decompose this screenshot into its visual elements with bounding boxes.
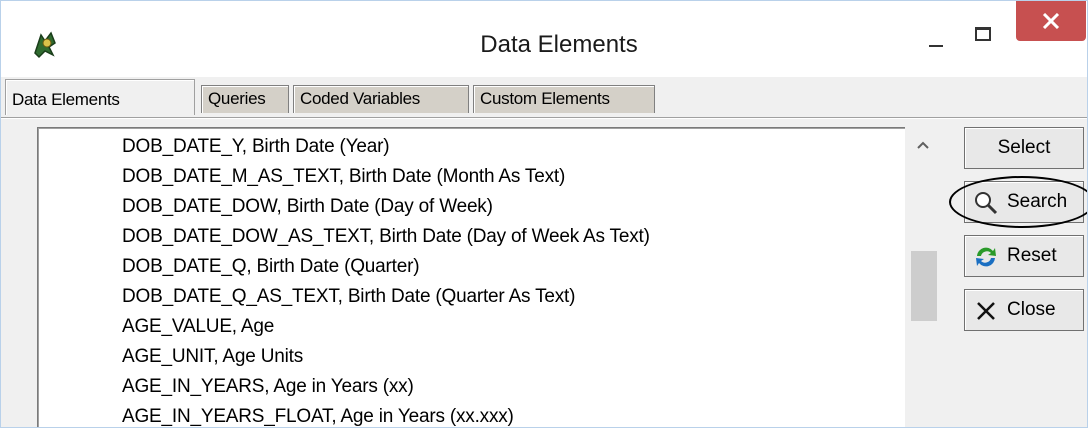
list-item[interactable]: AGE_VALUE, Age xyxy=(122,312,274,342)
close-button-label: Close xyxy=(1007,299,1056,320)
reset-button-label: Reset xyxy=(1007,245,1057,266)
minimize-icon xyxy=(929,45,943,47)
tab-panel-border xyxy=(1,117,1087,119)
refresh-icon xyxy=(973,244,999,270)
close-button[interactable]: Close xyxy=(964,289,1084,331)
list-item[interactable]: DOB_DATE_M_AS_TEXT, Birth Date (Month As… xyxy=(122,162,565,192)
scroll-thumb[interactable] xyxy=(911,251,937,321)
select-button[interactable]: Select xyxy=(964,127,1084,169)
list-item[interactable]: AGE_IN_YEARS, Age in Years (xx) xyxy=(122,372,414,402)
title-bar: Data Elements xyxy=(1,1,1087,77)
maximize-icon xyxy=(975,27,991,41)
tab-queries[interactable]: Queries xyxy=(201,85,289,113)
list-scrollbar[interactable] xyxy=(905,127,941,427)
select-button-label: Select xyxy=(997,137,1051,158)
list-item[interactable]: AGE_IN_YEARS_FLOAT, Age in Years (xx.xxx… xyxy=(122,402,514,427)
tab-strip: Data Elements Queries Coded Variables Cu… xyxy=(1,77,1087,117)
chevron-up-icon xyxy=(917,141,929,149)
list-item[interactable]: DOB_DATE_DOW_AS_TEXT, Birth Date (Day of… xyxy=(122,222,650,252)
close-window-button[interactable] xyxy=(1016,1,1086,41)
x-icon xyxy=(973,298,999,324)
search-button[interactable]: Search xyxy=(964,181,1084,223)
list-item[interactable]: DOB_DATE_Q, Birth Date (Quarter) xyxy=(122,252,420,282)
data-elements-window: Data Elements Data Elements Queries Code… xyxy=(0,0,1088,428)
minimize-button[interactable] xyxy=(913,29,959,71)
tab-custom-elements[interactable]: Custom Elements xyxy=(473,85,655,113)
close-x-icon xyxy=(1042,13,1060,29)
tab-data-elements[interactable]: Data Elements xyxy=(5,79,195,115)
search-button-label: Search xyxy=(1007,191,1068,212)
maximize-button[interactable] xyxy=(961,19,1007,61)
scroll-up-button[interactable] xyxy=(905,127,941,163)
list-item[interactable]: AGE_UNIT, Age Units xyxy=(122,342,303,372)
magnifier-icon xyxy=(973,190,999,216)
reset-button[interactable]: Reset xyxy=(964,235,1084,277)
tab-coded-variables[interactable]: Coded Variables xyxy=(293,85,469,113)
list-item[interactable]: DOB_DATE_DOW, Birth Date (Day of Week) xyxy=(122,192,493,222)
data-elements-list[interactable]: DOB_DATE_Y, Birth Date (Year) DOB_DATE_M… xyxy=(37,127,941,427)
list-item[interactable]: DOB_DATE_Q_AS_TEXT, Birth Date (Quarter … xyxy=(122,282,575,312)
list-item[interactable]: DOB_DATE_Y, Birth Date (Year) xyxy=(122,132,390,162)
